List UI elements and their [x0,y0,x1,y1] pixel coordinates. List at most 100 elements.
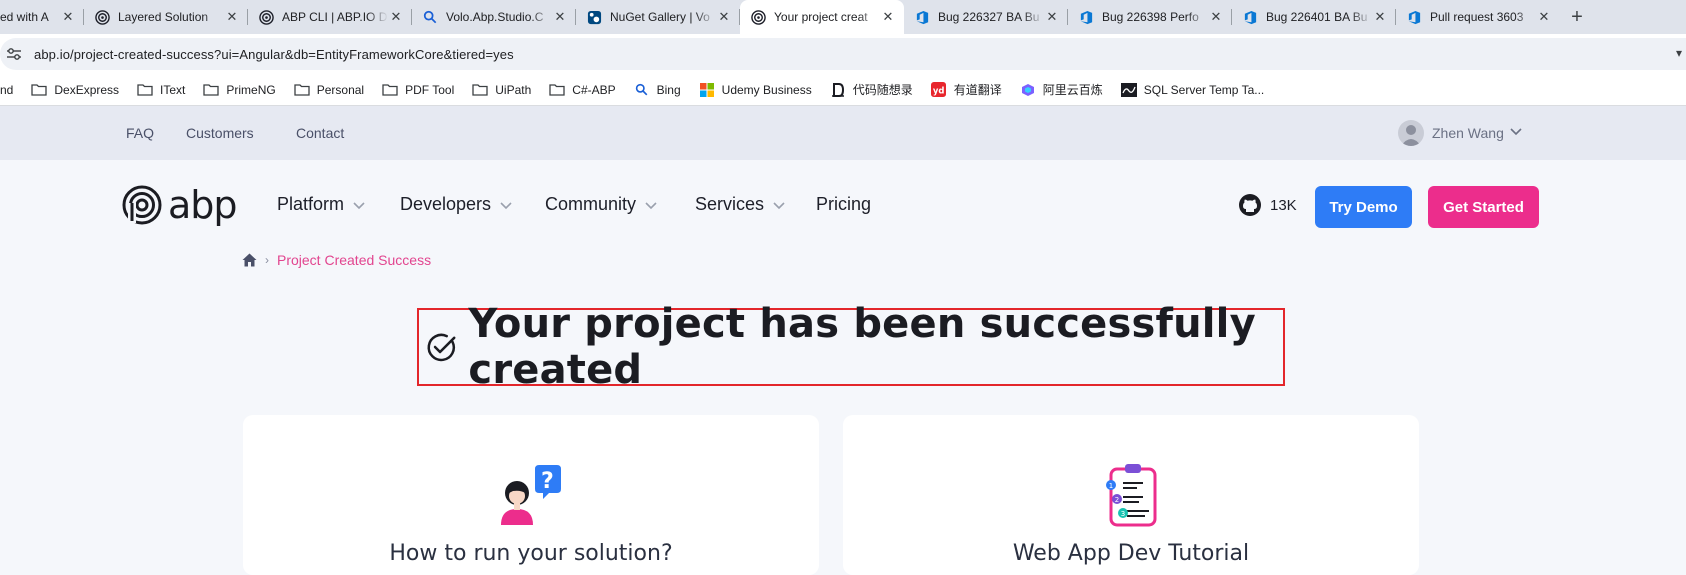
tab-title: Volo.Abp.Studio.C [446,10,544,24]
bookmark-label: PDF Tool [405,82,455,97]
bookmark-label: DexExpress [54,82,120,97]
browser-tab[interactable]: Layered Solution ✕ [84,0,248,34]
close-icon[interactable]: ✕ [1044,9,1060,25]
browser-tab[interactable]: ABP CLI | ABP.IO D ✕ [248,0,412,34]
nav-developers[interactable]: Developers [400,194,513,215]
clipboard-checklist-icon: 1 2 3 [1103,463,1159,532]
tab-title: ABP CLI | ABP.IO D [282,10,388,24]
close-icon[interactable]: ✕ [60,9,76,25]
chevron-down-icon[interactable]: ▾ [1676,46,1682,60]
question-person-icon: ? [499,463,563,532]
address-bar: abp.io/project-created-success?ui=Angula… [0,34,1686,74]
folder-icon [31,82,48,98]
logo-text: abp [168,183,238,227]
user-menu[interactable]: Zhen Wang [1398,120,1522,146]
bookmark-label: IText [160,82,186,97]
bookmark-item[interactable]: Udemy Business [699,82,812,98]
chevron-down-icon [500,201,512,209]
nav-label: Developers [400,194,492,214]
chevron-down-icon [1510,127,1522,139]
close-icon[interactable]: ✕ [1536,9,1552,25]
folder-icon [203,82,220,98]
web-app-dev-tutorial-card[interactable]: 1 2 3 Web App Dev Tutorial [843,415,1419,575]
github-stars-link[interactable]: 13K [1238,193,1297,217]
browser-tab[interactable]: Pull request 3603 ✕ [1396,0,1560,34]
bookmark-item[interactable]: 代码随想录 [830,81,913,98]
card-title: How to run your solution? [389,541,673,566]
tab-title: Your project creat [774,10,868,24]
nav-platform[interactable]: Platform [277,194,366,215]
abp-icon [750,9,766,25]
bookmarks-bar: nd DexExpress IText PrimeNG Personal PDF… [0,74,1686,106]
browser-tab[interactable]: NuGet Gallery | Vo ✕ [576,0,740,34]
breadcrumb: › Project Created Success [242,252,431,268]
bookmark-folder[interactable]: PrimeNG [203,82,276,98]
site-topbar: FAQ Customers Contact Zhen Wang [0,106,1686,160]
bookmark-folder[interactable]: PDF Tool [382,82,454,98]
bookmark-folder[interactable]: DexExpress [31,82,119,98]
close-icon[interactable]: ✕ [224,9,240,25]
bailian-icon [1020,82,1036,98]
svg-text:?: ? [541,469,554,494]
bookmark-folder[interactable]: UiPath [472,82,531,98]
nav-label: Services [695,194,765,214]
abp-icon [94,9,110,25]
microsoft-icon [699,82,715,98]
browser-tab[interactable]: Bug 226401 BA Bu ✕ [1232,0,1396,34]
bookmark-folder[interactable]: C#-ABP [549,82,616,98]
abp-logo[interactable]: abp [122,183,238,227]
browser-tab[interactable]: Bug 226398 Perfo ✕ [1068,0,1232,34]
page-title: Your project has been successfully creat… [468,301,1256,393]
avatar [1398,120,1424,146]
close-icon[interactable]: ✕ [1372,9,1388,25]
youdao-icon: yd [931,82,947,98]
bookmark-item[interactable]: yd 有道翻译 [931,81,1002,98]
site-settings-icon[interactable] [0,47,28,61]
chevron-down-icon [645,201,657,209]
hero-heading-highlight: Your project has been successfully creat… [417,301,1285,393]
bookmark-label: 代码随想录 [852,83,913,97]
chevron-down-icon [353,201,365,209]
try-demo-button[interactable]: Try Demo [1315,186,1412,228]
bookmark-label: 阿里云百炼 [1042,83,1103,97]
close-icon[interactable]: ✕ [880,9,896,25]
card-title: Web App Dev Tutorial [1012,541,1250,566]
bookmark-label: 有道翻译 [953,83,1002,97]
faq-link[interactable]: FAQ [126,125,154,141]
browser-tab[interactable]: ed with A ✕ [0,0,84,34]
close-icon[interactable]: ✕ [1208,9,1224,25]
new-tab-button[interactable]: + [1560,0,1594,34]
nav-pricing[interactable]: Pricing [816,194,871,215]
folder-icon [549,82,565,98]
close-icon[interactable]: ✕ [388,9,404,25]
get-started-button[interactable]: Get Started [1428,186,1539,228]
nav-community[interactable]: Community [545,194,658,215]
close-icon[interactable]: ✕ [552,9,568,25]
nav-services[interactable]: Services [695,194,786,215]
browser-tab[interactable]: Volo.Abp.Studio.C ✕ [412,0,576,34]
bookmark-label: Personal [316,82,365,97]
browser-tab[interactable]: Bug 226327 BA Bu ✕ [904,0,1068,34]
tab-title: NuGet Gallery | Vo [610,10,710,24]
bookmark-item[interactable]: 阿里云百炼 [1020,81,1103,98]
bookmark-item[interactable]: SQL Server Temp Ta... [1120,82,1264,98]
nav-label: Platform [277,194,345,214]
folder-icon [137,82,153,98]
url-text[interactable]: abp.io/project-created-success?ui=Angula… [34,47,514,62]
customers-link[interactable]: Customers [186,125,254,141]
close-icon[interactable]: ✕ [716,9,732,25]
contact-link[interactable]: Contact [296,125,344,141]
tab-title: Bug 226398 Perfo [1102,10,1199,24]
search-icon [422,9,438,25]
home-icon[interactable] [242,253,257,267]
bookmark-folder[interactable]: IText [137,82,185,98]
bookmark-item[interactable]: Bing [634,82,681,98]
devops-icon [1078,9,1094,25]
bookmark-folder[interactable]: Personal [294,82,364,98]
browser-tab-active[interactable]: Your project creat ✕ [740,0,904,34]
run-solution-card[interactable]: ? How to run your solution? [243,415,819,575]
omnibox[interactable]: abp.io/project-created-success?ui=Angula… [0,38,1686,70]
bookmark-item[interactable]: nd [0,83,13,97]
main-nav: abp Platform Developers Community Servic… [0,160,1686,252]
bookmark-label: PrimeNG [226,82,276,97]
